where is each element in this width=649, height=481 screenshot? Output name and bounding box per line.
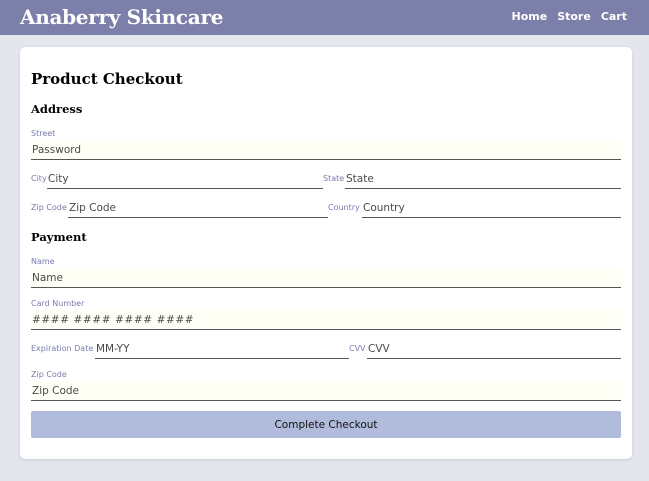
address-heading: Address — [31, 102, 83, 116]
zip-input[interactable] — [68, 198, 328, 218]
nav-store-link[interactable]: Store — [557, 10, 591, 23]
expiration-input[interactable] — [95, 339, 349, 359]
nav-cart-link[interactable]: Cart — [601, 10, 627, 23]
state-input[interactable] — [345, 169, 621, 189]
name-label: Name — [31, 257, 55, 266]
zip-label: Zip Code — [31, 203, 67, 212]
city-label: City — [31, 174, 47, 183]
top-nav-bar: Anaberry Skincare Home Store Cart — [0, 0, 649, 35]
street-label: Street — [31, 129, 56, 138]
country-label: Country — [328, 203, 360, 212]
complete-checkout-button[interactable]: Complete Checkout — [31, 411, 621, 438]
cvv-label: CVV — [349, 344, 366, 353]
card-number-input[interactable] — [31, 310, 621, 330]
country-input[interactable] — [362, 198, 621, 218]
nav-home-link[interactable]: Home — [512, 10, 548, 23]
card-number-label: Card Number — [31, 299, 85, 308]
page-title: Product Checkout — [31, 70, 183, 88]
brand-logo[interactable]: Anaberry Skincare — [20, 5, 223, 29]
cvv-input[interactable] — [367, 339, 621, 359]
name-input[interactable] — [31, 268, 621, 288]
payment-heading: Payment — [31, 230, 87, 244]
street-input[interactable] — [31, 140, 621, 160]
expiration-label: Expiration Date — [31, 344, 94, 353]
payment-zip-input[interactable] — [31, 381, 621, 401]
state-label: State — [323, 174, 345, 183]
city-input[interactable] — [47, 169, 323, 189]
payment-zip-label: Zip Code — [31, 370, 67, 379]
checkout-card: Product Checkout Address Street City Sta… — [20, 47, 632, 459]
nav-links: Home Store Cart — [512, 10, 628, 23]
